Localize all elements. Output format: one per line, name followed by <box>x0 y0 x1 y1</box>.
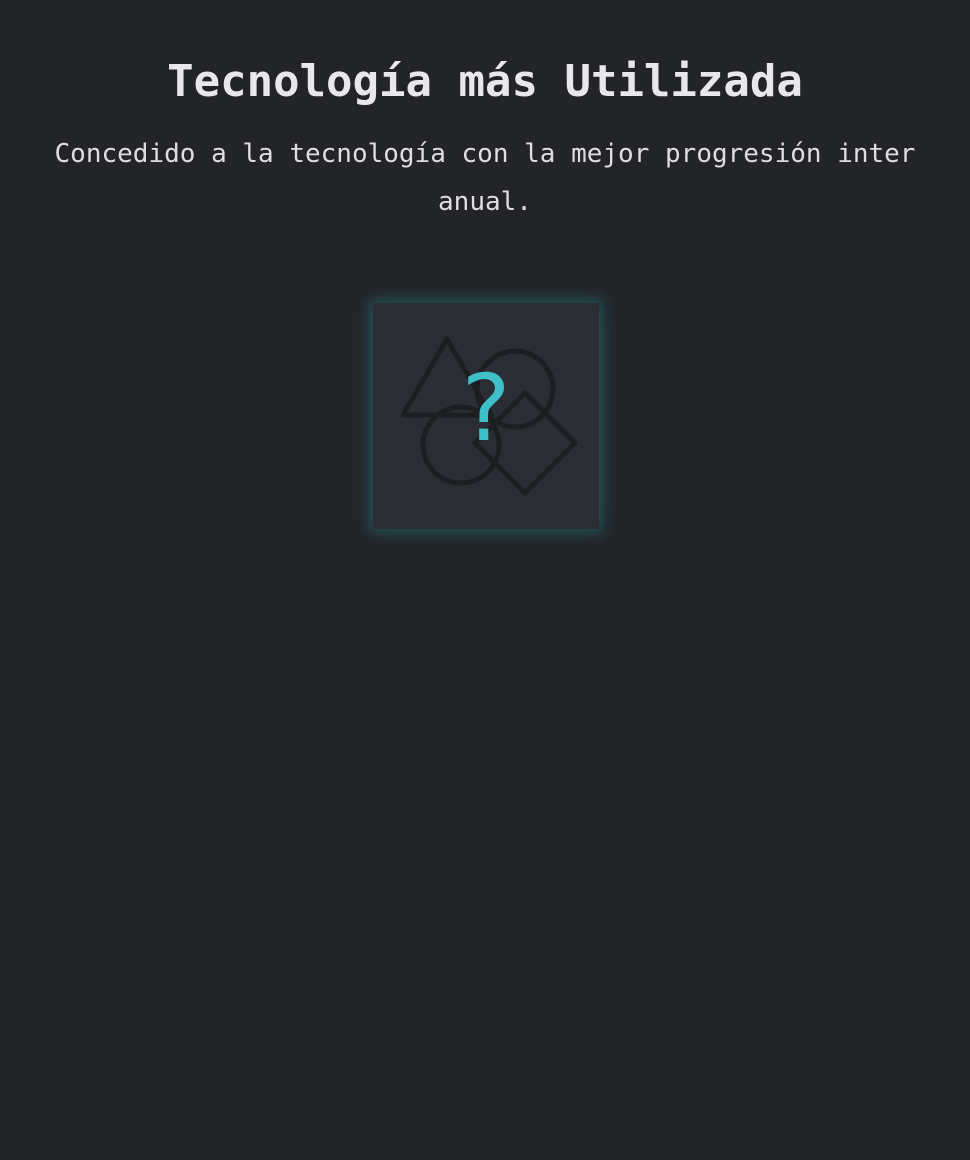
award-description: Concedido a la tecnología con la mejor p… <box>54 139 916 217</box>
award-title: Tecnología más Utilizada <box>167 56 803 107</box>
question-mark-icon: ? <box>461 355 511 462</box>
mystery-technology-card[interactable]: ? <box>373 303 599 529</box>
